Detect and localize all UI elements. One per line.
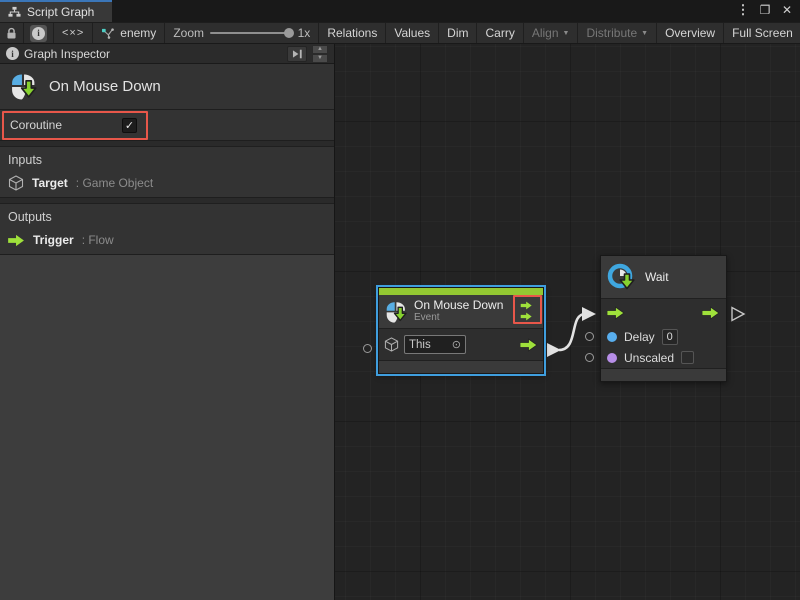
info-icon: i <box>6 47 19 60</box>
window-menu-icon[interactable]: ⋮ <box>734 1 752 19</box>
inspector-title: Graph Inspector <box>24 47 110 61</box>
unscaled-checkbox[interactable] <box>681 351 694 364</box>
target-value-field[interactable]: This ⊙ <box>404 335 466 354</box>
zoom-slider-handle[interactable] <box>284 28 294 38</box>
flow-output-port[interactable] <box>702 306 720 320</box>
on-mouse-down-icon <box>10 72 37 101</box>
node-footer <box>601 368 726 381</box>
flow-input-port[interactable] <box>607 306 625 320</box>
zoom-control: Zoom 1x <box>165 23 319 43</box>
panel-scroll-arrows: ▲ ▼ <box>312 45 328 63</box>
event-node-input-port[interactable] <box>363 344 372 353</box>
code-icon: <×> <box>62 27 84 39</box>
on-mouse-down-icon <box>385 300 407 324</box>
delay-row: Delay 0 <box>601 326 726 347</box>
cube-icon <box>384 337 399 352</box>
wire-start-cap <box>547 343 561 357</box>
node-subtitle: Event <box>414 312 503 324</box>
coroutine-arrows-icon <box>514 298 539 323</box>
event-highlight-bar <box>379 288 543 295</box>
scroll-up-button[interactable]: ▲ <box>312 45 328 54</box>
maximize-icon[interactable]: ❐ <box>756 1 774 19</box>
align-dropdown[interactable]: Align ▼ <box>524 23 579 43</box>
outputs-section: Outputs Trigger : Flow <box>0 204 334 255</box>
flow-arrow-icon <box>8 234 25 247</box>
wait-delay-port[interactable] <box>585 332 594 341</box>
chevron-down-icon: ▼ <box>641 30 648 37</box>
dock-icon <box>292 49 303 59</box>
code-preview-button[interactable]: <×> <box>54 23 93 43</box>
fullscreen-button[interactable]: Full Screen <box>724 23 800 43</box>
lock-icon <box>6 27 17 40</box>
cube-icon <box>8 175 24 191</box>
node-title: On Mouse Down <box>414 299 503 312</box>
overview-button[interactable]: Overview <box>657 23 724 43</box>
object-picker-icon[interactable]: ⊙ <box>452 338 461 351</box>
graph-name-label: enemy <box>120 26 156 40</box>
wait-unscaled-port[interactable] <box>585 353 594 362</box>
relations-button[interactable]: Relations <box>319 23 386 43</box>
inputs-section: Inputs Target : Game Object <box>0 147 334 198</box>
outputs-header: Outputs <box>0 204 334 226</box>
wait-clock-icon <box>607 263 638 292</box>
script-graph-icon <box>8 6 21 18</box>
input-row-target: Target : Game Object <box>0 169 334 198</box>
graph-toolbar: i <×> enemy Zoom 1x Relations Values Dim… <box>0 22 800 44</box>
node-wait[interactable]: Wait Delay 0 Unscaled <box>600 255 727 382</box>
dock-panel-button[interactable] <box>287 46 307 62</box>
wait-node-header[interactable]: Wait <box>601 256 726 299</box>
node-footer <box>379 360 543 373</box>
node-title: Wait <box>645 271 669 284</box>
dim-button[interactable]: Dim <box>439 23 477 43</box>
close-icon[interactable]: ✕ <box>778 1 796 19</box>
zoom-value: 1x <box>298 26 311 40</box>
inputs-header: Inputs <box>0 147 334 169</box>
inspector-toggle-button[interactable]: i <box>24 23 54 43</box>
tab-title: Script Graph <box>27 5 94 19</box>
wait-output-port-triangle[interactable] <box>732 308 744 321</box>
flow-wire[interactable] <box>559 314 585 350</box>
unscaled-label: Unscaled <box>624 351 674 365</box>
delay-label: Delay <box>624 330 655 344</box>
info-icon: i <box>30 25 47 42</box>
values-button[interactable]: Values <box>386 23 439 43</box>
unit-title: On Mouse Down <box>49 78 161 95</box>
wait-flow-row <box>601 299 726 326</box>
inspector-header: i Graph Inspector ▲ ▼ <box>0 44 334 64</box>
tab-script-graph[interactable]: Script Graph <box>0 0 112 22</box>
event-node-body: This ⊙ <box>379 329 543 360</box>
lock-button[interactable] <box>0 23 24 43</box>
trigger-output-port[interactable] <box>520 338 538 352</box>
output-row-trigger: Trigger : Flow <box>0 226 334 255</box>
window-controls: ⋮ ❐ ✕ <box>734 0 796 20</box>
output-name: Trigger <box>33 233 74 247</box>
delay-value-field[interactable]: 0 <box>662 329 678 345</box>
distribute-dropdown[interactable]: Distribute ▼ <box>578 23 657 43</box>
delay-port-dot[interactable] <box>607 332 617 342</box>
event-node-header[interactable]: On Mouse Down Event <box>379 295 543 329</box>
input-name: Target <box>32 176 68 190</box>
wire-arrowhead <box>582 307 596 321</box>
chevron-down-icon: ▼ <box>563 30 570 37</box>
scroll-down-button[interactable]: ▼ <box>312 54 328 63</box>
window-tab-bar: Script Graph ⋮ ❐ ✕ <box>0 0 800 22</box>
carry-button[interactable]: Carry <box>477 23 523 43</box>
graph-breadcrumb[interactable]: enemy <box>93 23 165 43</box>
node-on-mouse-down[interactable]: On Mouse Down Event This <box>378 287 544 374</box>
output-type: : Flow <box>82 233 114 247</box>
graph-asset-icon <box>101 28 114 39</box>
unscaled-port-dot[interactable] <box>607 353 617 363</box>
unscaled-row: Unscaled <box>601 347 726 368</box>
unit-title-block: On Mouse Down <box>0 64 334 110</box>
graph-inspector-panel: i Graph Inspector ▲ ▼ <box>0 44 335 600</box>
zoom-label: Zoom <box>173 26 204 40</box>
coroutine-checkbox[interactable]: ✓ <box>122 118 137 133</box>
coroutine-row: Coroutine ✓ <box>0 110 334 141</box>
graph-canvas[interactable]: On Mouse Down Event This <box>335 44 800 600</box>
coroutine-label: Coroutine <box>10 118 122 132</box>
input-type: : Game Object <box>76 176 153 190</box>
zoom-slider[interactable] <box>210 32 292 34</box>
